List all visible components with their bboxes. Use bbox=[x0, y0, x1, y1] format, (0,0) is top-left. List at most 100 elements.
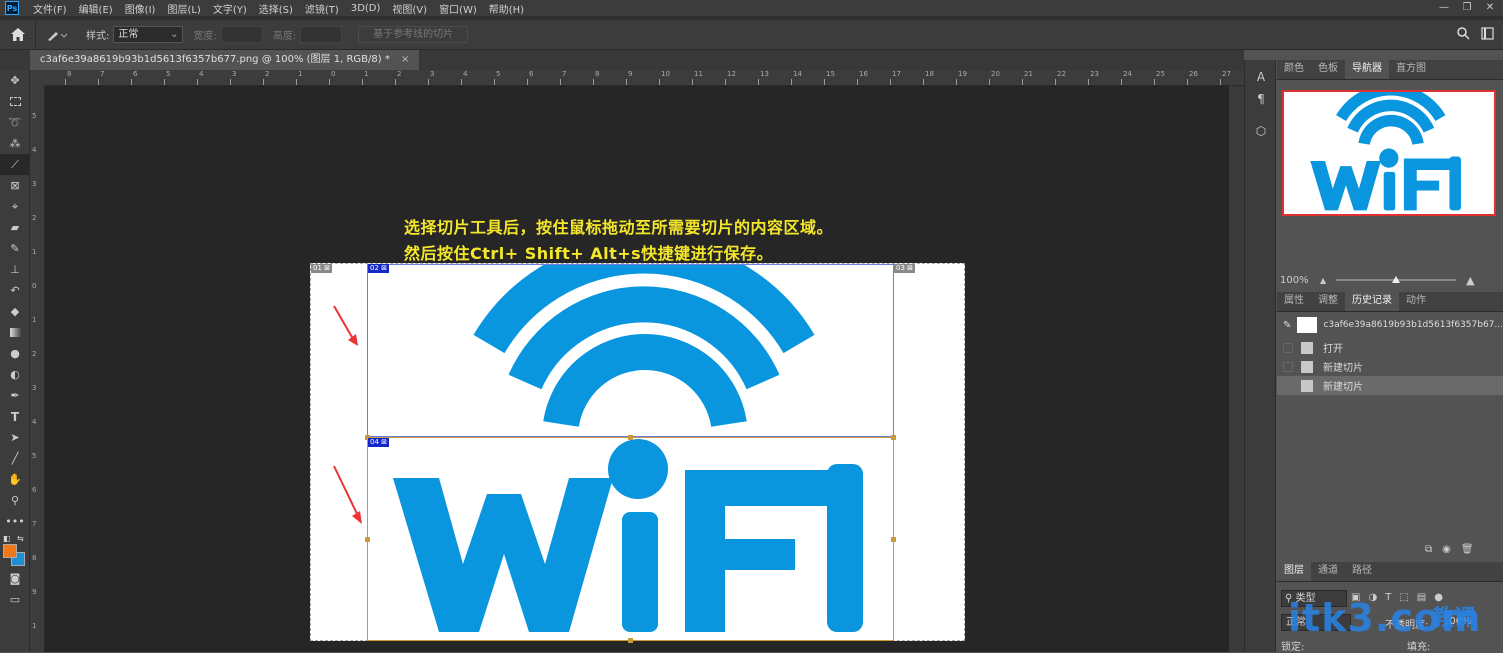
slice-02-border[interactable] bbox=[367, 264, 894, 437]
default-colors-icon[interactable]: ◧ bbox=[3, 534, 11, 543]
3d-panel-icon[interactable]: ⬡ bbox=[1245, 120, 1277, 142]
tab-swatches[interactable]: 色板 bbox=[1311, 59, 1345, 79]
width-input[interactable] bbox=[220, 26, 263, 43]
menu-select[interactable]: 选择(S) bbox=[253, 1, 299, 16]
navigator-thumbnail[interactable] bbox=[1282, 83, 1496, 216]
history-checkbox[interactable] bbox=[1283, 380, 1293, 391]
menu-view[interactable]: 视图(V) bbox=[386, 1, 433, 16]
tab-actions[interactable]: 动作 bbox=[1399, 291, 1433, 311]
zoom-tool[interactable]: ⚲ bbox=[0, 490, 30, 511]
close-tab-icon[interactable]: × bbox=[401, 54, 409, 65]
zoom-in-icon[interactable]: ▲ bbox=[1466, 274, 1474, 287]
slice-label-03[interactable]: 03 ⊠ bbox=[894, 264, 916, 273]
trash-icon[interactable]: 🗑 bbox=[1461, 544, 1474, 555]
ruler-tick-label: 6 bbox=[133, 70, 138, 78]
marquee-tool[interactable] bbox=[0, 91, 30, 112]
more-tools[interactable]: ••• bbox=[0, 511, 30, 532]
hand-tool[interactable]: ✋ bbox=[0, 469, 30, 490]
home-button[interactable] bbox=[0, 19, 36, 50]
history-brush-tool[interactable]: ↶ bbox=[0, 280, 30, 301]
tab-navigator[interactable]: 导航器 bbox=[1345, 59, 1389, 79]
tab-color[interactable]: 颜色 bbox=[1277, 59, 1311, 79]
menu-help[interactable]: 帮助(H) bbox=[483, 1, 530, 16]
tab-adjustments[interactable]: 调整 bbox=[1311, 291, 1345, 311]
history-brush-source-icon[interactable]: ✎ bbox=[1283, 320, 1291, 331]
menu-edit[interactable]: 编辑(E) bbox=[73, 1, 119, 16]
screen-mode-button[interactable]: ▭ bbox=[0, 589, 30, 610]
slice-handle-mr[interactable] bbox=[891, 537, 896, 542]
dodge-tool[interactable]: ◐ bbox=[0, 364, 30, 385]
slice-label-01[interactable]: 01 ⊠ bbox=[311, 264, 333, 273]
menu-filter[interactable]: 滤镜(T) bbox=[299, 1, 345, 16]
zoom-slider[interactable] bbox=[1336, 276, 1457, 283]
healing-tool[interactable]: ▰ bbox=[0, 217, 30, 238]
slice-label-02[interactable]: 02 ⊠ bbox=[368, 264, 390, 273]
search-icon[interactable] bbox=[1457, 27, 1470, 43]
height-input[interactable] bbox=[300, 26, 343, 43]
slice-handle-tr[interactable] bbox=[891, 435, 896, 440]
eraser-tool[interactable]: ◆ bbox=[0, 301, 30, 322]
stamp-tool[interactable]: ⊥ bbox=[0, 259, 30, 280]
ruler-tick-label: 8 bbox=[32, 554, 37, 562]
history-checkbox[interactable] bbox=[1283, 361, 1293, 372]
menu-bar: Ps 文件(F) 编辑(E) 图像(I) 图层(L) 文字(Y) 选择(S) 滤… bbox=[0, 0, 1503, 16]
slice-tool[interactable]: ⟋ bbox=[0, 154, 30, 175]
menu-3d[interactable]: 3D(D) bbox=[345, 3, 387, 14]
tab-layers[interactable]: 图层 bbox=[1277, 561, 1311, 581]
history-step-new-slice-2[interactable]: 新建切片 bbox=[1277, 376, 1503, 395]
menu-file[interactable]: 文件(F) bbox=[27, 1, 73, 16]
brush-tool[interactable]: ✎ bbox=[0, 238, 30, 259]
history-step-open[interactable]: 打开 bbox=[1277, 338, 1503, 357]
blur-tool[interactable]: ● bbox=[0, 343, 30, 364]
type-tool[interactable]: T bbox=[0, 406, 30, 427]
zoom-out-icon[interactable]: ▲ bbox=[1320, 276, 1326, 285]
character-panel-icon[interactable]: A bbox=[1245, 66, 1277, 88]
tool-preset-picker[interactable] bbox=[36, 29, 80, 41]
menu-layer[interactable]: 图层(L) bbox=[161, 1, 206, 16]
foreground-color[interactable] bbox=[3, 544, 17, 558]
tab-paths[interactable]: 路径 bbox=[1345, 561, 1379, 581]
tab-histogram[interactable]: 直方图 bbox=[1389, 59, 1433, 79]
document-canvas[interactable]: 01 ⊠ 02 ⊠ 03 ⊠ 04 ⊠ bbox=[310, 263, 965, 643]
gradient-tool[interactable] bbox=[0, 322, 30, 343]
menu-window[interactable]: 窗口(W) bbox=[433, 1, 483, 16]
slice-handle-bc[interactable] bbox=[628, 638, 633, 643]
tab-history[interactable]: 历史记录 bbox=[1345, 291, 1399, 311]
slice-handle-ml[interactable] bbox=[365, 537, 370, 542]
frame-tool[interactable]: ⊠ bbox=[0, 175, 30, 196]
vertical-scrollbar[interactable] bbox=[1229, 86, 1244, 652]
camera-icon[interactable]: ◉ bbox=[1442, 544, 1451, 555]
eyedropper-tool[interactable]: ⌖ bbox=[0, 196, 30, 217]
menu-image[interactable]: 图像(I) bbox=[119, 1, 162, 16]
quick-mask-button[interactable]: ◙ bbox=[0, 568, 30, 589]
style-select[interactable]: 正常 ⌄ bbox=[113, 26, 184, 43]
new-document-from-state-icon[interactable]: ⧉ bbox=[1425, 544, 1432, 555]
paragraph-panel-icon[interactable]: ¶ bbox=[1245, 88, 1277, 110]
slice-handle-tc[interactable] bbox=[628, 435, 633, 440]
path-selection-tool[interactable]: ➤ bbox=[0, 427, 30, 448]
move-tool[interactable]: ✥ bbox=[0, 70, 30, 91]
document-tab[interactable]: c3af6e39a8619b93b1d5613f6357b677.png @ 1… bbox=[30, 50, 420, 70]
history-step-new-slice-1[interactable]: 新建切片 bbox=[1277, 357, 1503, 376]
lasso-tool[interactable]: ➰ bbox=[0, 112, 30, 133]
tab-properties[interactable]: 属性 bbox=[1277, 291, 1311, 311]
maximize-icon[interactable]: ❐ bbox=[1456, 0, 1478, 16]
history-snapshot[interactable]: ✎ c3af6e39a8619b93b1d5613f6357b67... bbox=[1277, 312, 1503, 338]
zoom-slider-handle[interactable] bbox=[1392, 276, 1401, 283]
slice-label-04[interactable]: 04 ⊠ bbox=[368, 438, 390, 447]
menu-type[interactable]: 文字(Y) bbox=[207, 1, 253, 16]
magic-wand-tool[interactable]: ⁂ bbox=[0, 133, 30, 154]
history-checkbox[interactable] bbox=[1283, 342, 1293, 353]
slice-04-selection[interactable] bbox=[367, 437, 894, 641]
workspace-icon[interactable] bbox=[1481, 27, 1494, 43]
line-tool[interactable]: ╱ bbox=[0, 448, 30, 469]
close-window-icon[interactable]: ✕ bbox=[1479, 0, 1501, 16]
navigator-zoom-value[interactable]: 100% bbox=[1280, 275, 1320, 286]
minimize-icon[interactable]: — bbox=[1433, 0, 1455, 16]
ruler-tick-label: 5 bbox=[496, 70, 501, 78]
pen-tool[interactable]: ✒ bbox=[0, 385, 30, 406]
slices-from-guides-button[interactable]: 基于参考线的切片 bbox=[358, 26, 469, 43]
snapshot-name: c3af6e39a8619b93b1d5613f6357b67... bbox=[1323, 320, 1503, 330]
tab-channels[interactable]: 通道 bbox=[1311, 561, 1345, 581]
swap-colors-icon[interactable]: ⇆ bbox=[17, 534, 24, 543]
